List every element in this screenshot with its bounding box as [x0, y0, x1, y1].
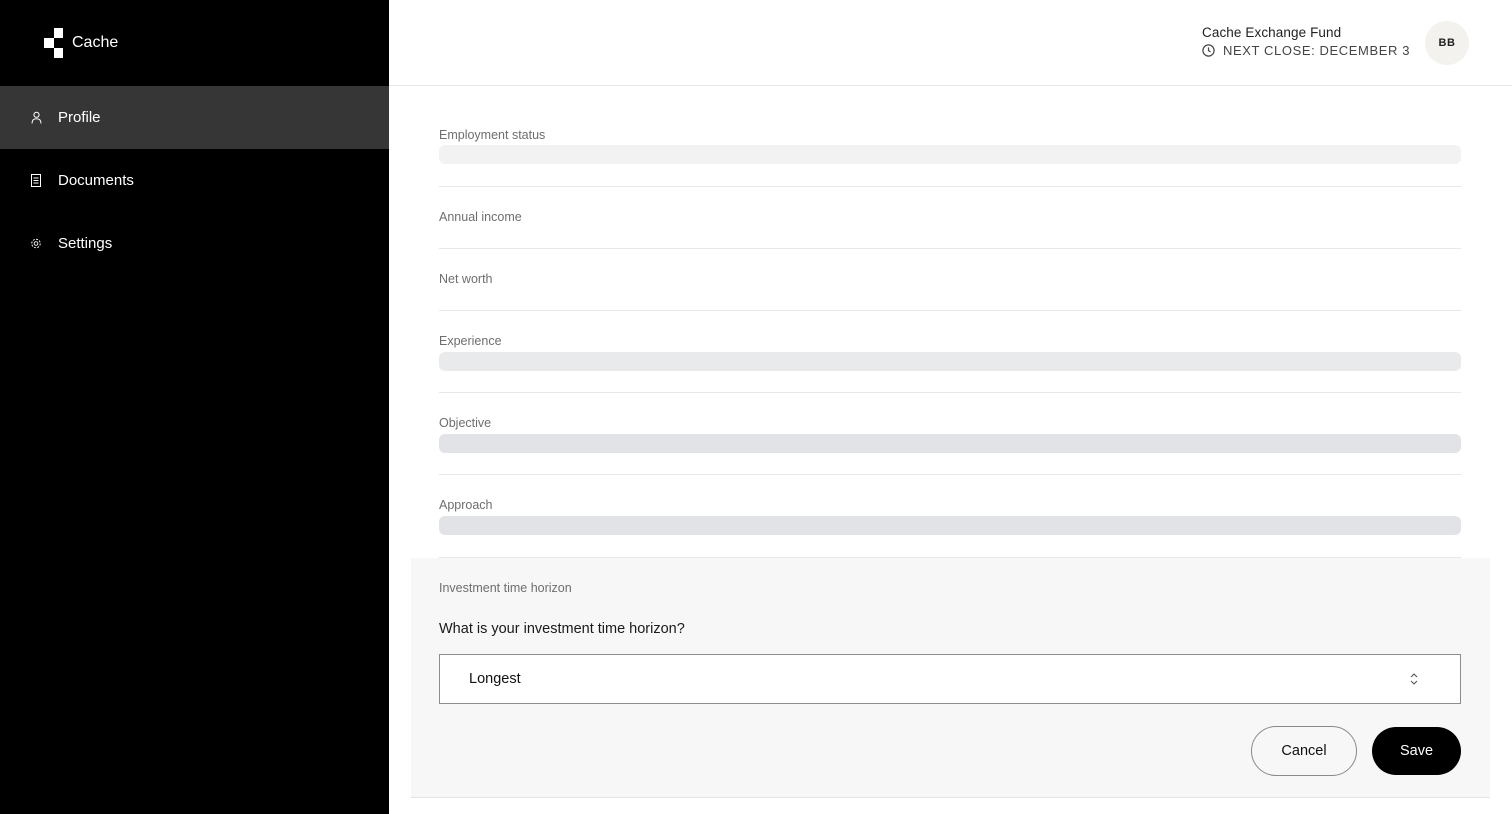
- field-label: Approach: [439, 498, 493, 512]
- investment-time-horizon-editor: Investment time horizon What is your inv…: [411, 558, 1490, 798]
- cache-logo-icon: [42, 28, 64, 58]
- question-text: What is your investment time horizon?: [439, 621, 685, 637]
- gear-icon: [30, 237, 42, 251]
- sidebar-item-settings[interactable]: Settings: [0, 212, 389, 275]
- field-label: Net worth: [439, 272, 493, 286]
- field-objective[interactable]: Objective: [439, 393, 1461, 475]
- next-close: NEXT CLOSE: DECEMBER 3: [1202, 43, 1410, 58]
- next-close-text: NEXT CLOSE: DECEMBER 3: [1223, 43, 1411, 58]
- field-label: Objective: [439, 416, 492, 430]
- brand-name: Cache: [72, 34, 119, 51]
- loading-skeleton: [439, 352, 1461, 371]
- sidebar: Cache Profile Documents Settings: [0, 0, 389, 814]
- person-icon: [30, 111, 42, 125]
- chevron-up-down-icon: [1410, 673, 1418, 685]
- sidebar-item-label: Settings: [58, 235, 113, 252]
- cancel-button[interactable]: Cancel: [1251, 726, 1357, 776]
- field-employment-status[interactable]: Employment status: [439, 126, 1461, 187]
- field-label: Investment time horizon: [439, 581, 572, 595]
- avatar[interactable]: BB: [1425, 21, 1469, 65]
- sidebar-item-label: Profile: [58, 109, 101, 126]
- selected-value: Longest: [469, 671, 521, 687]
- document-icon: [30, 174, 42, 188]
- loading-skeleton: [439, 145, 1461, 164]
- sidebar-item-label: Documents: [58, 172, 134, 189]
- field-approach[interactable]: Approach: [439, 475, 1461, 558]
- clock-icon: [1202, 44, 1215, 57]
- field-label: Experience: [439, 334, 502, 348]
- brand[interactable]: Cache: [42, 28, 118, 58]
- profile-form: Employment status Annual income Net wort…: [389, 86, 1512, 814]
- top-header: Cache Exchange Fund NEXT CLOSE: DECEMBER…: [389, 0, 1512, 86]
- sidebar-item-profile[interactable]: Profile: [0, 86, 389, 149]
- field-experience[interactable]: Experience: [439, 311, 1461, 393]
- time-horizon-select[interactable]: Longest: [439, 654, 1461, 704]
- fund-info: Cache Exchange Fund NEXT CLOSE: DECEMBER…: [1202, 25, 1410, 58]
- sidebar-item-documents[interactable]: Documents: [0, 149, 389, 212]
- field-annual-income[interactable]: Annual income: [439, 187, 1461, 249]
- field-label: Employment status: [439, 128, 546, 142]
- fund-name: Cache Exchange Fund: [1202, 25, 1342, 40]
- loading-skeleton: [439, 434, 1461, 453]
- field-net-worth[interactable]: Net worth: [439, 249, 1461, 311]
- save-button[interactable]: Save: [1372, 727, 1461, 775]
- field-label: Annual income: [439, 210, 522, 224]
- loading-skeleton: [439, 516, 1461, 535]
